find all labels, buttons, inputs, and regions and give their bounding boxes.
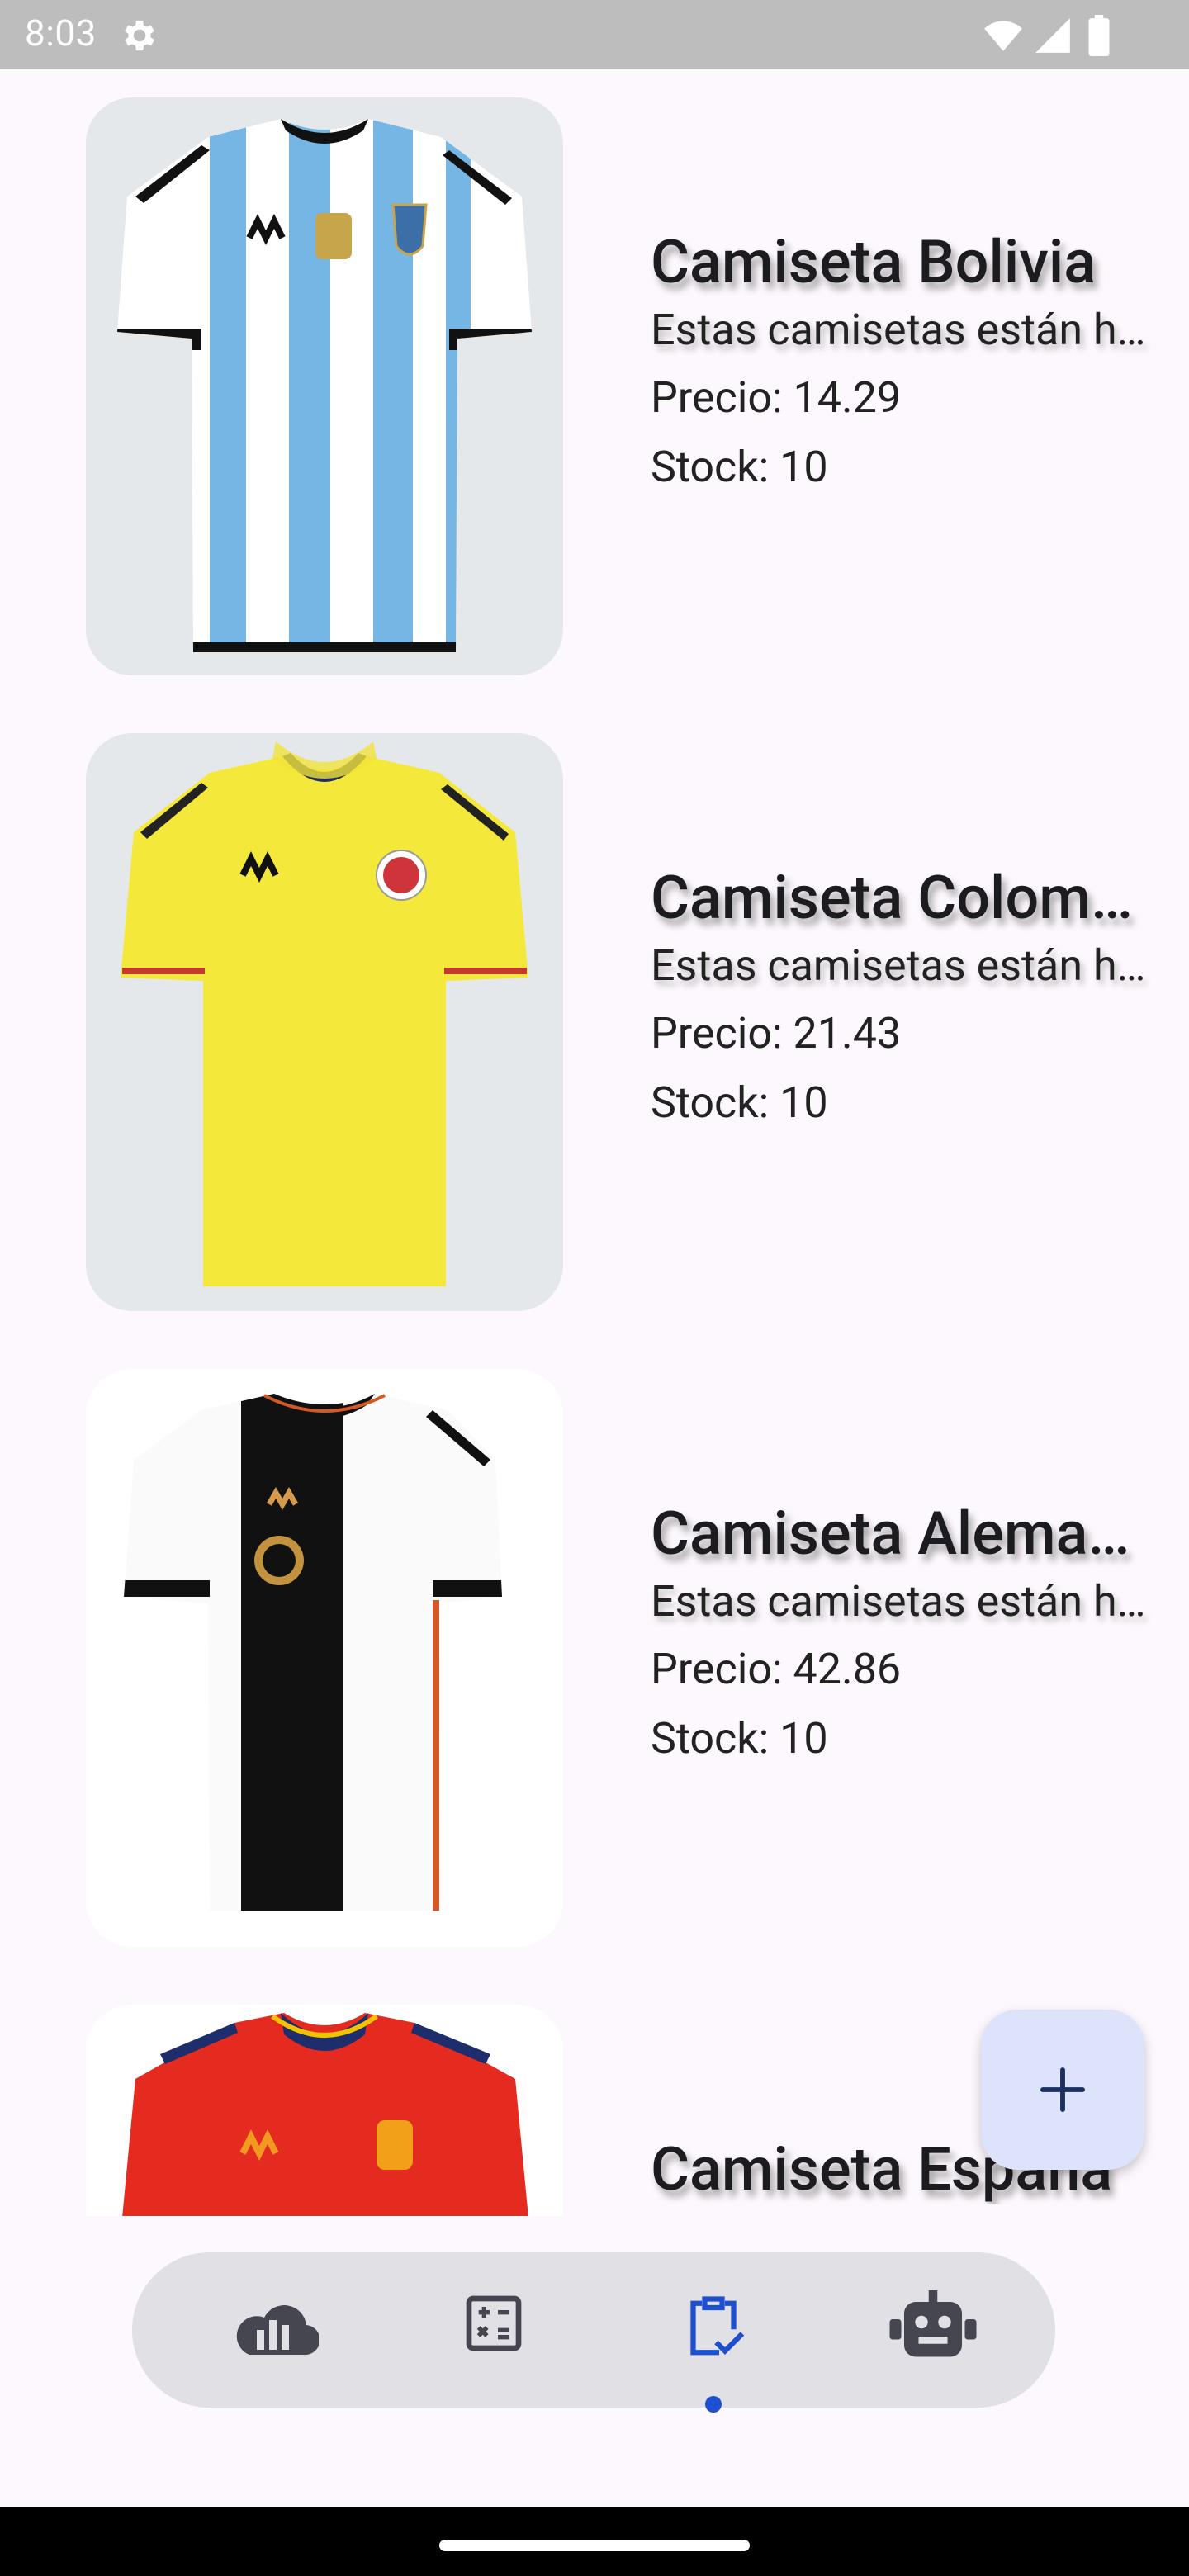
battery-icon [1088,15,1110,56]
system-navigation-bar [0,2507,1189,2576]
product-card[interactable]: Camiseta Colombia Estas camisetas están … [0,705,1189,1311]
settings-gear-icon [125,20,154,51]
nav-selected-indicator [705,2396,722,2413]
product-card[interactable]: Camiseta Alemania Estas camisetas están … [0,1341,1189,1947]
spain-jersey-image [86,2005,563,2216]
product-card[interactable]: Camiseta Bolivia Estas camisetas están h… [0,69,1189,675]
argentina-jersey-image [86,97,563,675]
product-description: Estas camisetas están hechas con materia… [651,1576,1163,1627]
bottom-navigation [132,2252,1055,2413]
product-price: Precio: 42.86 [651,1644,902,1694]
product-description: Estas camisetas están hechas con materia… [651,305,1163,355]
nav-item-robot[interactable] [887,2290,979,2373]
clipboard-check-icon [690,2296,745,2356]
product-stock: Stock: 10 [651,442,828,492]
robot-icon [889,2290,977,2357]
product-price: Precio: 21.43 [651,1008,902,1058]
nav-item-clipboard[interactable] [667,2290,760,2413]
plus-icon [1040,2067,1085,2112]
cloud-chart-icon [236,2305,319,2356]
nav-item-cloud[interactable] [228,2290,320,2373]
product-name: Camiseta Colombia [651,864,1163,933]
germany-jersey-image [86,1369,563,1947]
product-price: Precio: 14.29 [651,372,902,423]
wifi-icon [984,21,1022,51]
add-product-fab[interactable] [981,2010,1144,2170]
product-stock: Stock: 10 [651,1077,828,1128]
product-stock: Stock: 10 [651,1713,828,1764]
signal-icon [1035,18,1070,53]
product-name: Camiseta Bolivia [651,228,1097,297]
product-description: Estas camisetas están hechas con materia… [651,940,1163,991]
home-gesture-handle[interactable] [439,2540,750,2551]
status-time: 8:03 [25,12,97,54]
colombia-jersey-image [86,733,563,1311]
product-name: Camiseta Alemania [651,1499,1163,1569]
product-list[interactable]: Camiseta Bolivia Estas camisetas están h… [0,69,1189,2216]
status-bar: 8:03 [0,0,1189,69]
calculator-icon [466,2295,522,2351]
nav-item-calculator[interactable] [448,2290,540,2373]
